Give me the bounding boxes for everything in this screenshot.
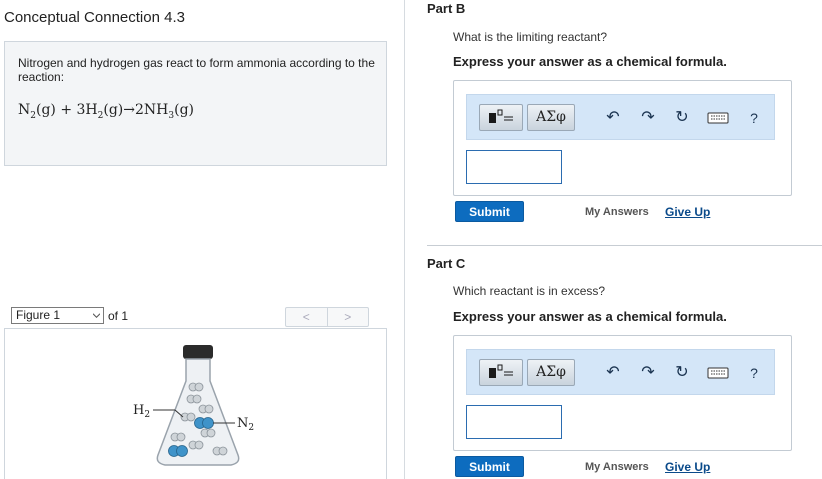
- undo-icon[interactable]: ↶: [604, 364, 622, 382]
- section-divider: [427, 245, 822, 246]
- math-toolbar: ΑΣφ ↶ ↷ ↻ ?: [466, 349, 775, 395]
- figure-count: of 1: [108, 309, 129, 323]
- templates-icon: [489, 109, 513, 123]
- flask-illustration: H2 N2: [133, 345, 254, 466]
- part-c-question: Which reactant is in excess?: [453, 284, 606, 298]
- part-b-question: What is the limiting reactant?: [453, 30, 608, 44]
- figure-select[interactable]: Figure 1: [11, 307, 104, 324]
- part-b-label: Part B: [427, 1, 466, 16]
- part-b-give-up-link[interactable]: Give Up: [665, 205, 710, 219]
- keyboard-icon[interactable]: [707, 364, 729, 382]
- part-c-answer-input[interactable]: [466, 405, 562, 439]
- part-c-give-up-link[interactable]: Give Up: [665, 460, 710, 474]
- figure-nav: Figure 1 of 1 < >: [4, 305, 387, 329]
- help-icon[interactable]: ?: [745, 109, 763, 127]
- next-figure-button[interactable]: >: [326, 308, 369, 326]
- reset-icon[interactable]: ↻: [673, 109, 691, 127]
- part-c-submit-button[interactable]: Submit: [455, 456, 524, 477]
- templates-button[interactable]: [479, 104, 523, 131]
- part-b-instruction: Express your answer as a chemical formul…: [453, 54, 727, 69]
- reaction-equation: N2(g) + 3H2(g)→2NH3(g): [18, 102, 194, 121]
- intro-text: Nitrogen and hydrogen gas react to form …: [18, 56, 375, 84]
- n2-label: N2: [237, 416, 254, 433]
- figure-pager: < >: [285, 307, 369, 327]
- keyboard-icon[interactable]: [707, 109, 729, 127]
- redo-icon[interactable]: ↷: [639, 109, 657, 127]
- figure-panel: H2 N2: [4, 328, 387, 479]
- help-icon[interactable]: ?: [745, 364, 763, 382]
- page-title: Conceptual Connection 4.3: [4, 9, 185, 26]
- intro-box: Nitrogen and hydrogen gas react to form …: [4, 41, 387, 166]
- greek-symbols-button[interactable]: ΑΣφ: [527, 104, 575, 131]
- part-c-label: Part C: [427, 256, 466, 271]
- part-c-my-answers-link[interactable]: My Answers: [585, 461, 649, 473]
- redo-icon[interactable]: ↷: [639, 364, 657, 382]
- undo-icon[interactable]: ↶: [604, 109, 622, 127]
- part-b-my-answers-link[interactable]: My Answers: [585, 206, 649, 218]
- greek-symbols-button[interactable]: ΑΣφ: [527, 359, 575, 386]
- part-b-submit-button[interactable]: Submit: [455, 201, 524, 222]
- part-c-answer-panel: ΑΣφ ↶ ↷ ↻ ?: [453, 335, 792, 451]
- math-toolbar: ΑΣφ ↶ ↷ ↻ ?: [466, 94, 775, 140]
- part-b-answer-input[interactable]: [466, 150, 562, 184]
- h2-label: H2: [133, 403, 150, 420]
- templates-icon: [489, 364, 513, 378]
- left-pane: Conceptual Connection 4.3 Nitrogen and h…: [0, 0, 405, 479]
- chevron-down-icon: [93, 313, 100, 318]
- prev-figure-button[interactable]: <: [286, 308, 327, 326]
- reset-icon[interactable]: ↻: [673, 364, 691, 382]
- part-c-instruction: Express your answer as a chemical formul…: [453, 309, 727, 324]
- part-b-answer-panel: ΑΣφ ↶ ↷ ↻ ?: [453, 80, 792, 196]
- templates-button[interactable]: [479, 359, 523, 386]
